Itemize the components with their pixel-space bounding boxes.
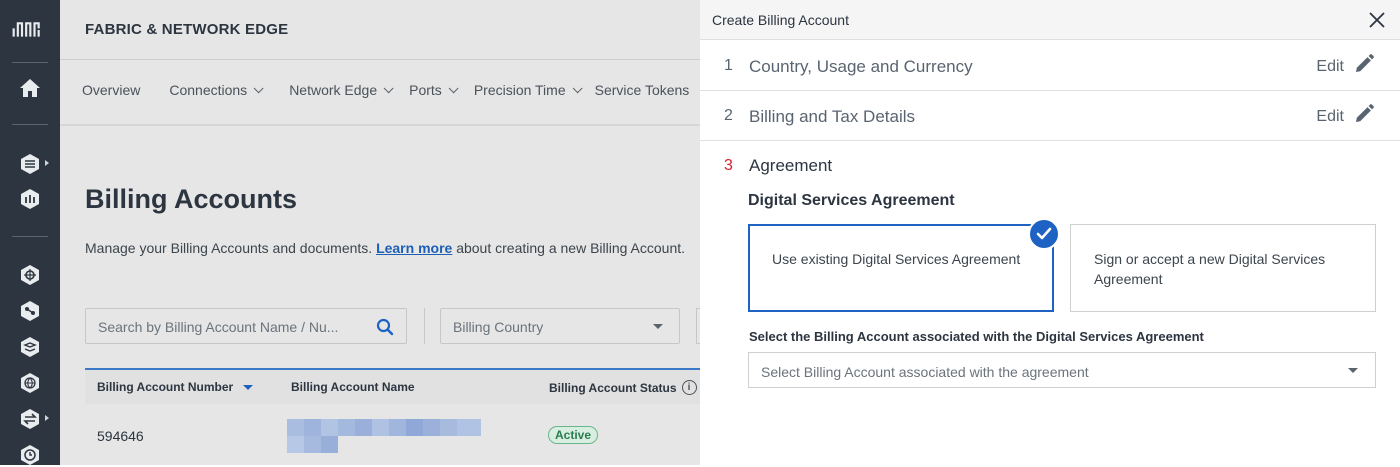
step-label: Billing and Tax Details (749, 107, 915, 126)
sign-new-dsa-option[interactable]: Sign or accept a new Digital Services Ag… (1070, 224, 1376, 312)
nodes-icon[interactable] (18, 299, 42, 323)
use-existing-dsa-option[interactable]: Use existing Digital Services Agreement (748, 224, 1054, 312)
header-label: Billing Account Number (97, 380, 234, 394)
search-input[interactable]: Search by Billing Account Name / Nu... (85, 308, 407, 344)
pencil-icon (1353, 103, 1375, 130)
nav-service-tokens[interactable]: Service Tokens (595, 82, 690, 98)
option-text: Sign or accept a new Digital Services Ag… (1094, 251, 1326, 287)
nav-label: Network Edge (289, 82, 378, 98)
layers-icon[interactable] (18, 335, 42, 359)
nav-overview[interactable]: Overview (82, 82, 140, 98)
chevron-down-icon (448, 82, 459, 93)
header-divider (60, 59, 700, 60)
equinix-logo-icon[interactable] (12, 18, 42, 42)
billing-account-select-label: Select the Billing Account associated wi… (749, 329, 1204, 344)
connections-icon[interactable] (18, 263, 42, 287)
select-placeholder: Select Billing Account associated with t… (761, 364, 1089, 380)
info-icon[interactable]: i (681, 380, 697, 395)
option-text: Use existing Digital Services Agreement (772, 251, 1021, 267)
swap-icon[interactable] (18, 407, 42, 431)
network-edge-icon[interactable] (18, 187, 42, 211)
edit-label: Edit (1316, 57, 1344, 75)
column-header-name[interactable]: Billing Account Name (291, 380, 415, 394)
redacted-account-name (287, 419, 481, 453)
drawer-header: Create Billing Account (700, 0, 1400, 40)
step-country-usage-currency: 1 Country, Usage and Currency Edit (700, 41, 1400, 91)
account-number: 594646 (97, 428, 144, 444)
learn-more-link[interactable]: Learn more (376, 240, 452, 256)
left-rail (0, 0, 60, 465)
checkmark-icon (1028, 218, 1060, 250)
chevron-down-icon (572, 82, 583, 93)
step-billing-tax-details: 2 Billing and Tax Details Edit (700, 91, 1400, 141)
edit-step-1-button[interactable]: Edit (1316, 53, 1375, 80)
background-app: FABRIC & NETWORK EDGE Overview Connectio… (60, 0, 700, 465)
rail-divider (12, 124, 48, 125)
fabric-icon[interactable] (18, 152, 42, 176)
nav-label: Ports (409, 82, 442, 98)
nav-label: Precision Time (473, 82, 566, 98)
rail-divider (12, 62, 48, 63)
dsa-section-title: Digital Services Agreement (748, 192, 955, 209)
drawer-title: Create Billing Account (712, 12, 849, 28)
chevron-down-icon (253, 82, 264, 93)
sort-desc-icon[interactable] (243, 384, 254, 390)
nav-network-edge[interactable]: Network Edge (289, 82, 394, 98)
nav-ports[interactable]: Ports (409, 82, 459, 98)
description-text: about creating a new Billing Account. (452, 240, 686, 256)
step-label: Agreement (749, 156, 833, 175)
status-badge: Active (548, 426, 599, 444)
nav-label: Overview (82, 82, 141, 98)
step-number: 3 (724, 157, 733, 174)
edit-step-2-button[interactable]: Edit (1316, 103, 1375, 130)
header-label: Billing Account Name (291, 380, 415, 394)
top-nav: Overview Connections Network Edge Ports … (82, 82, 700, 98)
nav-precision-time[interactable]: Precision Time (473, 82, 583, 98)
rail-divider (12, 236, 48, 237)
column-header-status[interactable]: Billing Account Status i (549, 380, 697, 395)
filter-divider (424, 308, 425, 344)
chevron-down-icon (383, 82, 394, 93)
page-description: Manage your Billing Accounts and documen… (85, 240, 685, 256)
nav-divider (60, 124, 700, 126)
edit-label: Edit (1316, 107, 1344, 125)
globe-icon[interactable] (18, 371, 42, 395)
description-text: Manage your Billing Accounts and documen… (85, 240, 377, 256)
billing-account-select[interactable]: Select Billing Account associated with t… (748, 352, 1376, 388)
pencil-icon (1353, 53, 1375, 80)
expand-caret-icon[interactable] (45, 415, 49, 421)
search-placeholder: Search by Billing Account Name / Nu... (98, 319, 339, 335)
header-label: Billing Account Status (549, 380, 677, 395)
nav-label: Connections (169, 82, 248, 98)
column-header-number[interactable]: Billing Account Number (97, 380, 254, 394)
caret-down-icon (1348, 368, 1358, 373)
step-number: 1 (724, 57, 733, 74)
app-brand: FABRIC & NETWORK EDGE (85, 21, 289, 38)
search-icon[interactable] (376, 318, 394, 341)
step-number: 2 (724, 107, 733, 124)
nav-connections[interactable]: Connections (169, 82, 264, 98)
clock-icon[interactable] (18, 443, 42, 467)
billing-country-select[interactable]: Billing Country (440, 308, 680, 344)
nav-label: Service Tokens (594, 82, 690, 98)
home-icon[interactable] (18, 76, 42, 100)
caret-down-icon (653, 324, 663, 329)
page-title: Billing Accounts (85, 184, 298, 214)
close-icon[interactable] (1366, 9, 1388, 31)
step-label: Country, Usage and Currency (749, 57, 973, 76)
table-row[interactable]: 594646 Active (85, 406, 700, 465)
country-placeholder: Billing Country (453, 319, 544, 335)
table-header: Billing Account Number Billing Account N… (85, 368, 700, 404)
expand-caret-icon[interactable] (45, 160, 49, 166)
